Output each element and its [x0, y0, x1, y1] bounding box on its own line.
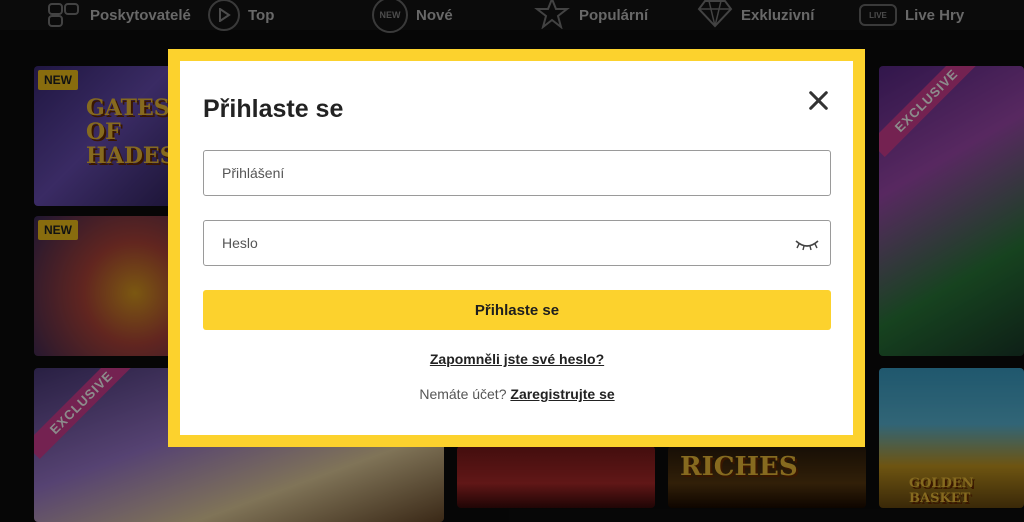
close-button[interactable] [804, 87, 832, 115]
forgot-password-link[interactable]: Zapomněli jste své heslo? [180, 351, 854, 367]
register-link[interactable]: Zaregistrujte se [510, 386, 614, 402]
register-line: Nemáte účet? Zaregistrujte se [180, 386, 854, 402]
no-account-text: Nemáte účet? [419, 386, 507, 402]
login-submit-button[interactable]: Přihlaste se [203, 290, 831, 330]
login-modal: Přihlaste se Přihlaste se Zapomněli jste… [168, 49, 865, 447]
password-input[interactable] [204, 221, 830, 265]
password-field[interactable] [203, 220, 831, 266]
eye-closed-icon[interactable] [794, 235, 820, 253]
login-input[interactable] [204, 151, 830, 195]
modal-title: Přihlaste se [203, 95, 344, 123]
login-field[interactable] [203, 150, 831, 196]
